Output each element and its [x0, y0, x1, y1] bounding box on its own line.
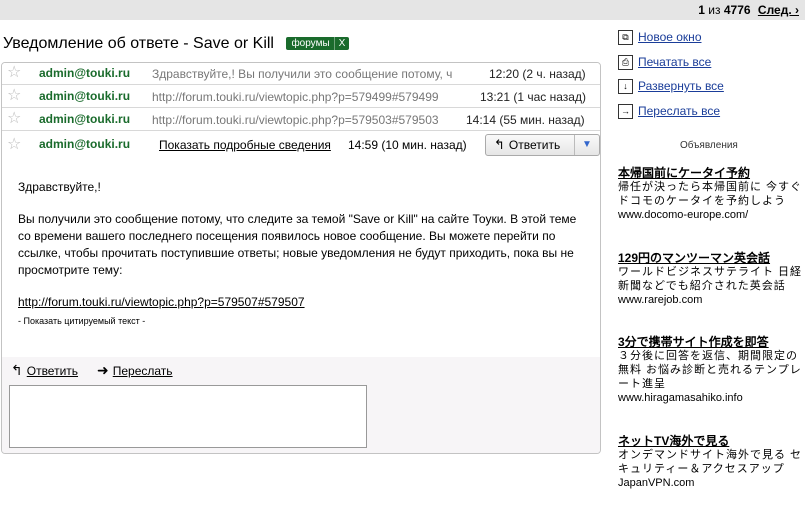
label-name[interactable]: форумы — [291, 38, 329, 49]
open-message-time: 14:59 (10 мин. назад) — [348, 138, 467, 152]
collapsed-message[interactable]: ☆ admin@touki.ru Здравствуйте,! Вы получ… — [2, 63, 600, 85]
message-time: 12:20 (2 ч. назад) — [489, 67, 586, 81]
side-action-label[interactable]: Новое окно — [638, 30, 702, 44]
open-message-header: ☆ admin@touki.ru Показать подробные свед… — [2, 132, 600, 158]
message-time: 13:21 (1 час назад) — [480, 90, 586, 104]
forward-link-label[interactable]: Переслать — [113, 364, 173, 378]
quick-reply-box[interactable] — [9, 385, 367, 448]
label-tag[interactable]: форумы X — [286, 37, 350, 50]
expand-icon: ↓ — [618, 79, 633, 94]
reply-link-label[interactable]: Ответить — [27, 364, 78, 378]
ad-description: 帰任が決ったら本帰国前に 今すぐドコモのケータイを予約しよう — [618, 181, 803, 207]
message-body: Здравствуйте,! Вы получили это сообщение… — [18, 179, 578, 330]
chevron-down-icon: ▼ — [582, 139, 592, 150]
ad-item[interactable]: 3分で携帯サイト作成を即答 ３分後に回答を返信、期間限定の無料 お悩み診断と売れ… — [618, 335, 803, 405]
message-sender: admin@touki.ru — [39, 89, 131, 103]
forward-icon: → — [618, 103, 633, 119]
pager-next-link[interactable]: След. › — [758, 3, 799, 17]
ad-url: JapanVPN.com — [618, 477, 695, 489]
ad-description: ３分後に回答を返信、期間限定の無料 お悩み診断と売れるテンプレート進呈 — [618, 350, 802, 390]
reply-arrow-icon: ↰ — [11, 362, 23, 378]
forward-link[interactable]: ➜ Переслать — [97, 362, 173, 379]
ad-headline[interactable]: 3分で携帯サイト作成を即答 — [618, 335, 803, 349]
side-action-label[interactable]: Печатать все — [638, 55, 711, 69]
ad-item[interactable]: 本帰国前にケータイ予約 帰任が決ったら本帰国前に 今すぐドコモのケータイを予約し… — [618, 166, 803, 222]
reply-button[interactable]: ↰ Ответить — [486, 135, 575, 155]
new-window-icon: ⧉ — [618, 30, 633, 45]
subject-title: Уведомление об ответе - Save or Kill — [3, 35, 274, 52]
pager-bar: 1 из 4776 След. › — [0, 0, 805, 20]
message-sender: admin@touki.ru — [39, 112, 131, 126]
label-remove-button[interactable]: X — [333, 37, 350, 50]
star-icon[interactable]: ☆ — [7, 87, 21, 105]
ad-url: www.rarejob.com — [618, 294, 703, 306]
reply-button-group: ↰ Ответить ▼ — [485, 134, 600, 156]
message-snippet: Здравствуйте,! Вы получили это сообщение… — [152, 67, 453, 81]
reply-area: ↰ Ответить ➜ Переслать — [2, 357, 600, 453]
star-icon[interactable]: ☆ — [7, 110, 21, 128]
pager-of: из — [708, 3, 721, 17]
ad-item[interactable]: ネットTV海外で見る オンデマンドサイト海外で見る セキュリティー＆アクセスアッ… — [618, 434, 803, 490]
message-greeting: Здравствуйте,! — [18, 180, 101, 194]
ad-headline[interactable]: 本帰国前にケータイ予約 — [618, 166, 803, 180]
message-snippet: http://forum.touki.ru/viewtopic.php?p=57… — [152, 90, 439, 104]
pager-total: 4776 — [723, 3, 751, 17]
ad-item[interactable]: 129円のマンツーマン英会話 ワールドビジネスサテライト 日経新聞などでも紹介さ… — [618, 251, 803, 307]
message-time: 14:14 (55 мин. назад) — [466, 113, 585, 127]
ad-url: www.docomo-europe.com/ — [618, 209, 749, 221]
side-action-label[interactable]: Переслать все — [638, 104, 720, 118]
side-action-label[interactable]: Развернуть все — [638, 79, 724, 93]
reply-dropdown-button[interactable]: ▼ — [574, 135, 599, 155]
message-sender: admin@touki.ru — [39, 66, 131, 80]
message-snippet: http://forum.touki.ru/viewtopic.php?p=57… — [152, 113, 439, 127]
star-icon[interactable]: ☆ — [7, 134, 21, 154]
show-details-link[interactable]: Показать подробные сведения — [159, 138, 331, 152]
print-icon: ⎙ — [618, 54, 633, 70]
reply-button-label: Ответить — [508, 138, 561, 152]
open-message-sender: admin@touki.ru — [39, 137, 131, 151]
ad-description: オンデマンドサイト海外で見る セキュリティー＆アクセスアップ — [618, 449, 803, 475]
reply-link[interactable]: ↰ Ответить — [11, 362, 78, 379]
ad-description: ワールドビジネスサテライト 日経新聞などでも紹介された英会話 — [618, 266, 803, 292]
collapsed-message[interactable]: ☆ admin@touki.ru http://forum.touki.ru/v… — [2, 109, 600, 131]
ad-url: www.hiragamasahiko.info — [618, 392, 743, 404]
message-paragraph: Вы получили это сообщение потому, что сл… — [18, 212, 577, 277]
conversation-thread: ☆ admin@touki.ru Здравствуйте,! Вы получ… — [1, 62, 601, 454]
ad-headline[interactable]: ネットTV海外で見る — [618, 434, 803, 448]
collapsed-message[interactable]: ☆ admin@touki.ru http://forum.touki.ru/v… — [2, 86, 600, 108]
ad-headline[interactable]: 129円のマンツーマン英会話 — [618, 251, 803, 265]
ads-title: Объявления — [680, 140, 738, 151]
show-quoted-text-link[interactable]: - Показать цитируемый текст - — [18, 313, 578, 330]
pager-position: 1 — [698, 3, 705, 17]
reply-arrow-icon: ↰ — [494, 137, 505, 152]
subject-line: Уведомление об ответе - Save or Kill фор… — [3, 35, 350, 53]
star-icon[interactable]: ☆ — [7, 64, 21, 82]
forward-arrow-icon: ➜ — [97, 362, 109, 378]
topic-link[interactable]: http://forum.touki.ru/viewtopic.php?p=57… — [18, 295, 305, 309]
